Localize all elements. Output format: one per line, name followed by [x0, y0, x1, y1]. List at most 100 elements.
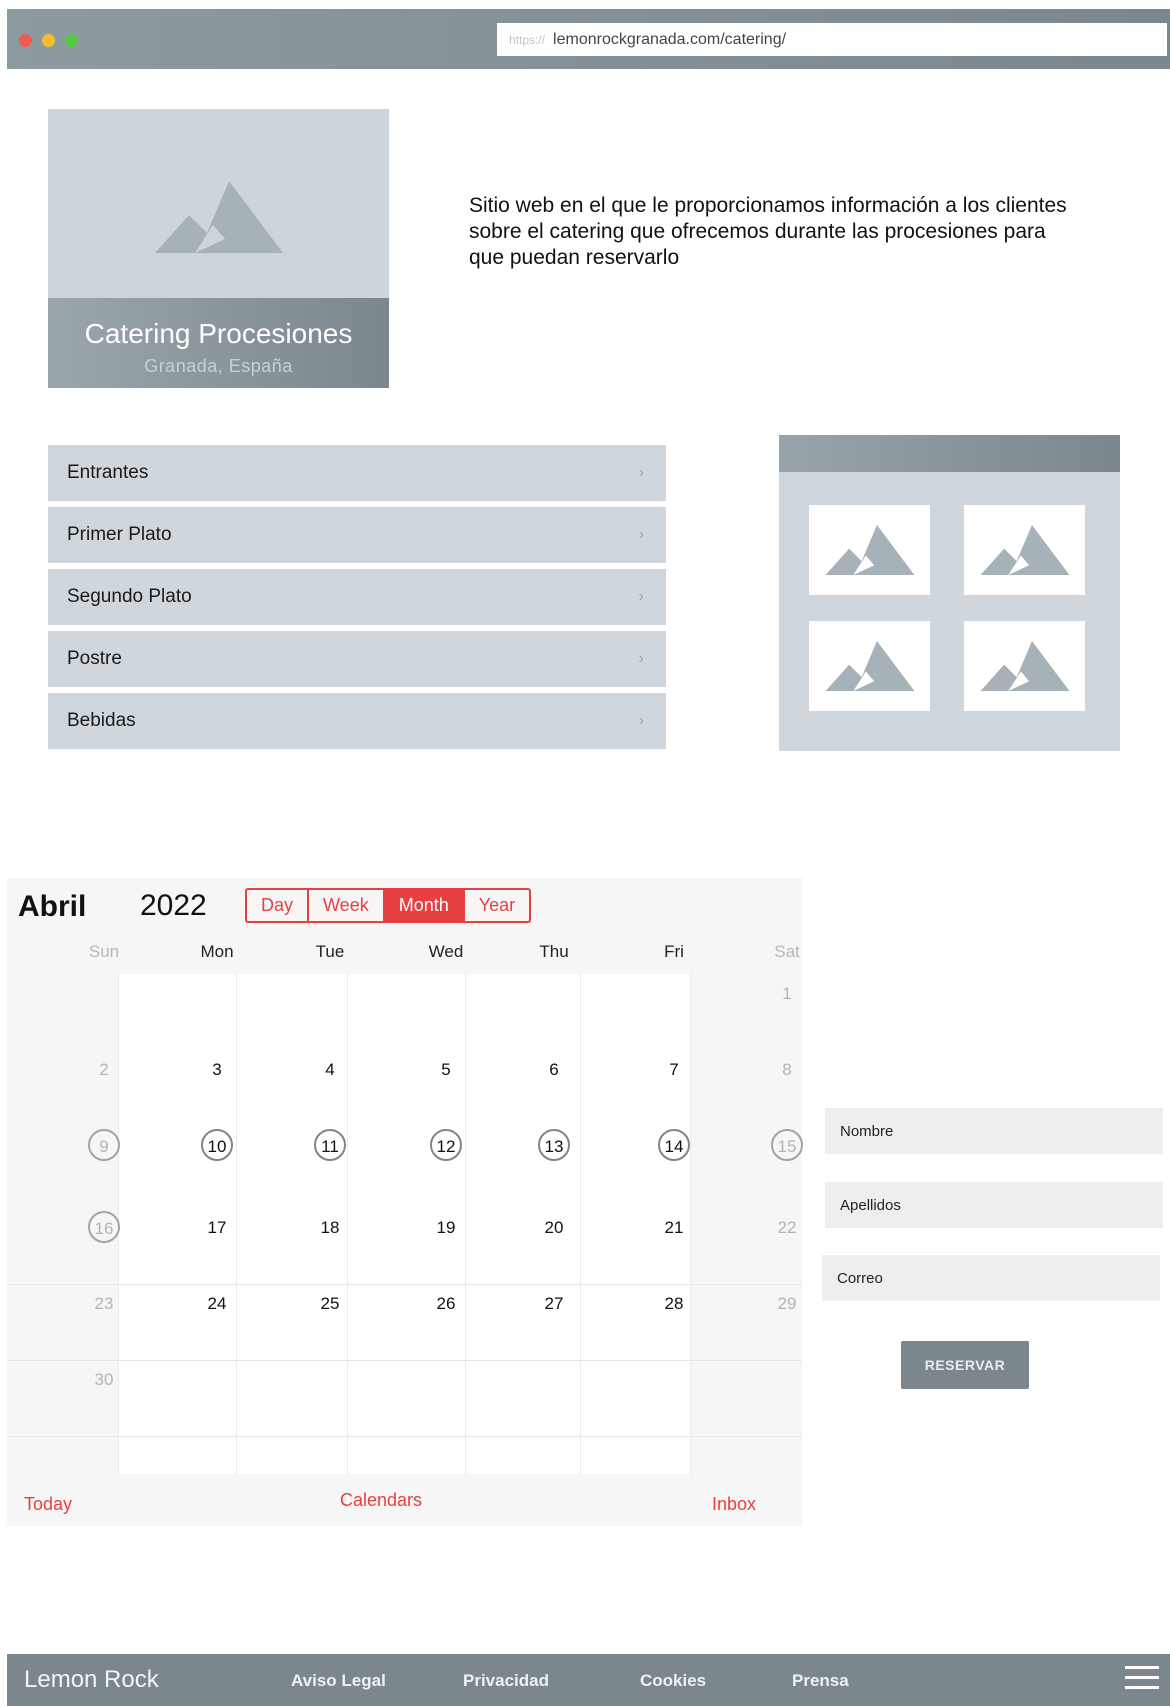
calendar-day[interactable]: 29: [778, 1294, 797, 1314]
correo-field[interactable]: [822, 1255, 1160, 1301]
calendar-day[interactable]: 27: [545, 1294, 564, 1314]
view-month-button[interactable]: Month: [384, 890, 465, 921]
menu-item-bebidas[interactable]: Bebidas ›: [48, 693, 666, 749]
calendar-day[interactable]: 21: [665, 1218, 684, 1238]
nombre-field[interactable]: [825, 1108, 1163, 1154]
weekday-label: Mon: [200, 942, 234, 961]
calendar-grid: 1 2 3 4 5 6 7 8 9 10 11 12 13 14 15 16 17 18 19 20 21 22 23 24 2…: [7, 974, 803, 1474]
view-year-button[interactable]: Year: [465, 890, 529, 921]
calendar-day[interactable]: 22: [778, 1218, 797, 1238]
chevron-right-icon: ›: [638, 526, 644, 543]
calendar-day[interactable]: 5: [441, 1060, 450, 1080]
browser-toolbar: https:// lemonrockgranada.com/catering/: [7, 9, 1170, 69]
gallery-thumbnail[interactable]: [809, 505, 930, 595]
minimize-window-dot[interactable]: [42, 34, 55, 47]
hamburger-menu-icon[interactable]: [1125, 1666, 1159, 1694]
calendar-header: Abril 2022 Day Week Month Year Sun Mon Tue…: [7, 878, 802, 974]
calendar-day[interactable]: 3: [212, 1060, 221, 1080]
calendar-day[interactable]: 15: [771, 1129, 803, 1161]
footer-link-privacidad[interactable]: Privacidad: [463, 1671, 549, 1691]
close-window-dot[interactable]: [19, 34, 32, 47]
hero-subtitle: Granada, España: [144, 356, 293, 376]
grid-column-line: [347, 974, 348, 1474]
weekday-label: Wed: [428, 942, 464, 961]
url-text: lemonrockgranada.com/catering/: [553, 30, 787, 48]
view-week-button[interactable]: Week: [309, 890, 385, 921]
calendar-day[interactable]: 24: [208, 1294, 227, 1314]
reservar-button[interactable]: RESERVAR: [901, 1341, 1029, 1389]
calendar-footer: Today Calendars Inbox: [7, 1474, 802, 1526]
menu-list: Entrantes › Primer Plato › Segundo Plato…: [48, 445, 666, 755]
menu-item-segundo-plato[interactable]: Segundo Plato ›: [48, 569, 666, 625]
calendar-day[interactable]: 11: [314, 1129, 346, 1161]
footer-link-prensa[interactable]: Prensa: [792, 1671, 849, 1691]
image-placeholder-icon: [155, 181, 283, 253]
weekday-label: Tue: [315, 942, 345, 961]
chevron-right-icon: ›: [638, 588, 644, 605]
gallery-thumbnail[interactable]: [809, 621, 930, 711]
calendar-day[interactable]: 16: [88, 1211, 120, 1243]
inbox-link[interactable]: Inbox: [712, 1494, 756, 1515]
image-placeholder-icon: [980, 641, 1069, 691]
menu-item-postre[interactable]: Postre ›: [48, 631, 666, 687]
chevron-right-icon: ›: [638, 650, 644, 667]
calendar-day[interactable]: 10: [201, 1129, 233, 1161]
hero-title: Catering Procesiones: [84, 318, 353, 349]
calendar-day[interactable]: 26: [437, 1294, 456, 1314]
calendar: Abril 2022 Day Week Month Year Sun Mon Tue…: [7, 878, 803, 1528]
calendar-day[interactable]: 25: [321, 1294, 340, 1314]
weekday-label: Fri: [664, 942, 684, 961]
grid-column-line: [465, 974, 466, 1474]
calendar-day[interactable]: 20: [545, 1218, 564, 1238]
calendar-day[interactable]: 2: [99, 1060, 108, 1080]
address-bar[interactable]: https:// lemonrockgranada.com/catering/: [497, 23, 1167, 56]
grid-column-line: [690, 974, 691, 1474]
calendar-day[interactable]: 28: [665, 1294, 684, 1314]
menu-item-primer-plato[interactable]: Primer Plato ›: [48, 507, 666, 563]
image-placeholder-icon: [825, 525, 914, 575]
calendar-day[interactable]: 8: [782, 1060, 791, 1080]
calendar-day[interactable]: 17: [208, 1218, 227, 1238]
calendar-year: 2022: [140, 889, 207, 922]
gallery-thumbnail[interactable]: [964, 505, 1085, 595]
brand-name[interactable]: Lemon Rock: [24, 1666, 159, 1694]
calendar-day[interactable]: 18: [321, 1218, 340, 1238]
footer-link-aviso-legal[interactable]: Aviso Legal: [291, 1671, 386, 1691]
calendar-month: Abril: [18, 890, 87, 923]
apellidos-field[interactable]: [825, 1182, 1163, 1228]
gallery-header: [779, 435, 1120, 472]
gallery-thumbnail[interactable]: [964, 621, 1085, 711]
view-day-button[interactable]: Day: [247, 890, 310, 921]
image-placeholder-icon: [825, 641, 914, 691]
menu-item-label: Entrantes: [67, 462, 149, 483]
image-gallery: [779, 435, 1120, 751]
calendar-day[interactable]: 7: [669, 1060, 678, 1080]
view-switcher: Day Week Month Year: [245, 888, 532, 923]
calendar-day[interactable]: 19: [437, 1218, 456, 1238]
calendars-link[interactable]: Calendars: [340, 1490, 422, 1511]
image-placeholder-icon: [980, 525, 1069, 575]
hero-card: Catering Procesiones Granada, España: [48, 109, 389, 388]
weekday-label: Sat: [774, 942, 800, 961]
calendar-day[interactable]: 13: [538, 1129, 570, 1161]
footer-link-cookies[interactable]: Cookies: [640, 1671, 706, 1691]
intro-text: Sitio web en el que le proporcionamos in…: [469, 194, 1067, 269]
grid-row-line: [7, 1284, 802, 1285]
calendar-day[interactable]: 12: [430, 1129, 462, 1161]
calendar-day[interactable]: 30: [95, 1370, 114, 1390]
grid-column-line: [580, 974, 581, 1474]
menu-item-entrantes[interactable]: Entrantes ›: [48, 445, 666, 501]
maximize-window-dot[interactable]: [65, 34, 78, 47]
menu-item-label: Segundo Plato: [67, 586, 192, 607]
calendar-day[interactable]: 1: [782, 984, 791, 1004]
hero-caption: Catering Procesiones Granada, España: [48, 298, 389, 388]
today-link[interactable]: Today: [24, 1494, 72, 1515]
calendar-day[interactable]: 23: [95, 1294, 114, 1314]
calendar-day[interactable]: 6: [549, 1060, 558, 1080]
grid-row-line: [7, 1360, 802, 1361]
calendar-day[interactable]: 9: [88, 1129, 120, 1161]
menu-item-label: Bebidas: [67, 710, 136, 731]
calendar-day[interactable]: 14: [658, 1129, 690, 1161]
chevron-right-icon: ›: [638, 464, 644, 481]
calendar-day[interactable]: 4: [325, 1060, 334, 1080]
